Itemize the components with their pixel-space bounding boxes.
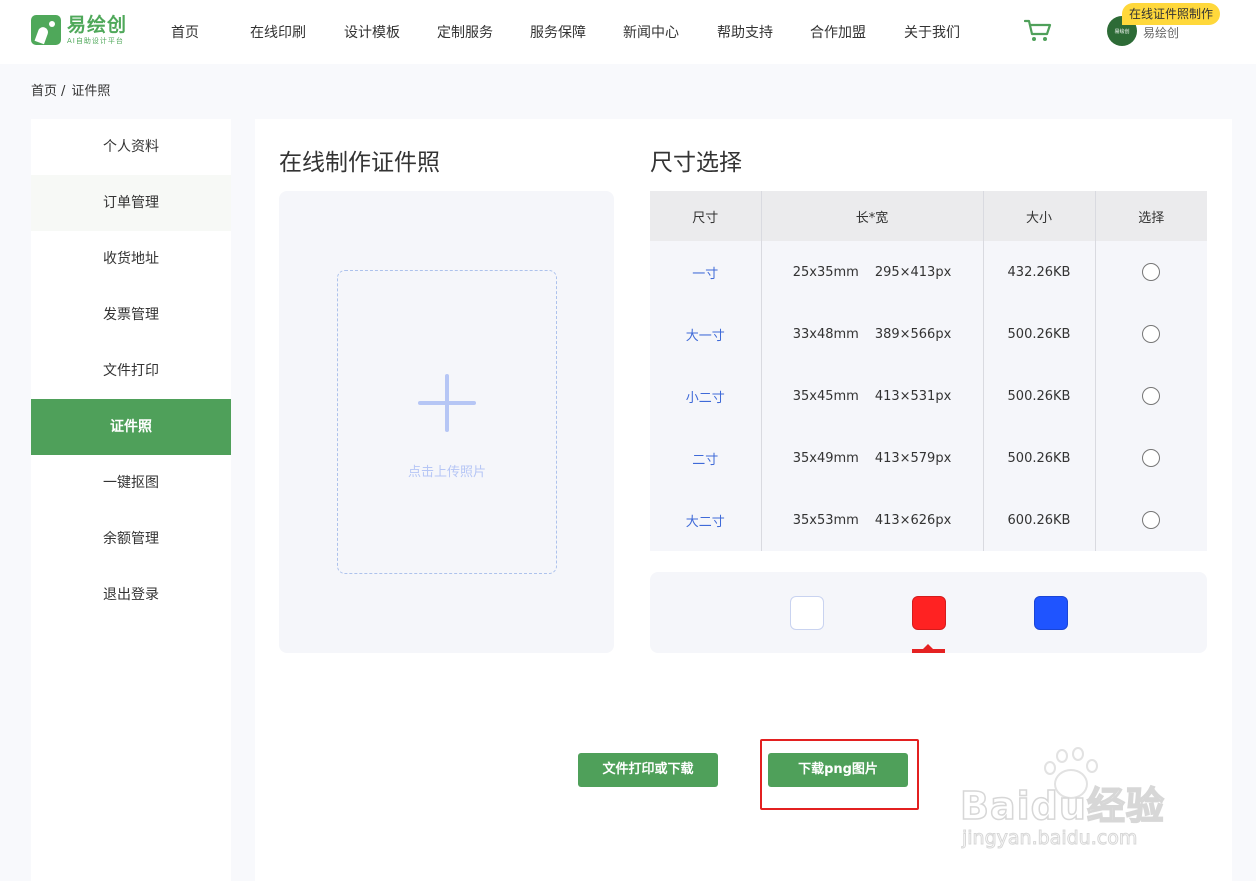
watermark-url: jingyan.baidu.com xyxy=(961,827,1138,850)
upload-panel: 点击上传照片 xyxy=(279,191,614,653)
size-mm: 35x49mm xyxy=(792,450,859,466)
size-px: 413×626px xyxy=(874,512,952,528)
nav-design-templates[interactable]: 设计模板 xyxy=(344,22,400,42)
table-row[interactable]: 大二寸 35x53mm 413×626px 600.26KB xyxy=(650,489,1207,551)
size-px: 413×531px xyxy=(874,388,952,404)
table-row[interactable]: 一寸 25x35mm 295×413px 432.26KB xyxy=(650,241,1207,303)
sidebar-item-balance[interactable]: 余额管理 xyxy=(31,511,231,567)
size-mm: 35x53mm xyxy=(792,512,859,528)
table-header-row: 尺寸 长*宽 大小 选择 xyxy=(650,191,1207,241)
file-size: 432.26KB xyxy=(982,241,1095,303)
breadcrumb-home[interactable]: 首页 xyxy=(31,84,57,99)
size-title: 尺寸选择 xyxy=(650,150,742,176)
size-name: 一寸 xyxy=(650,241,761,303)
sidebar-item-orders[interactable]: 订单管理 xyxy=(31,175,231,231)
annotation-highlight-box xyxy=(760,739,919,810)
file-size: 500.26KB xyxy=(982,303,1095,365)
logo-name: 易绘创 xyxy=(67,13,128,36)
column-header-file-size: 大小 xyxy=(982,191,1095,241)
plus-icon xyxy=(418,374,476,432)
user-name[interactable]: 易绘创 xyxy=(1143,24,1179,41)
table-row[interactable]: 小二寸 35x45mm 413×531px 500.26KB xyxy=(650,365,1207,427)
photo-upload-area[interactable]: 点击上传照片 xyxy=(337,270,557,574)
top-header: 易绘创 AI自助设计平台 首页 在线印刷 设计模板 定制服务 服务保障 新闻中心… xyxy=(0,0,1256,64)
file-size: 500.26KB xyxy=(982,427,1095,489)
baidu-watermark: Baidu经验 jingyan.baidu.com xyxy=(959,745,1200,855)
sidebar-item-profile[interactable]: 个人资料 xyxy=(31,119,231,175)
column-header-dimensions: 长*宽 xyxy=(760,191,983,241)
size-mm: 33x48mm xyxy=(792,326,859,342)
upload-hint: 点击上传照片 xyxy=(407,465,486,480)
sidebar-item-invoices[interactable]: 发票管理 xyxy=(31,287,231,343)
nav-partnership[interactable]: 合作加盟 xyxy=(810,22,866,42)
sidebar-item-id-photo[interactable]: 证件照 xyxy=(31,399,231,455)
upload-title: 在线制作证件照 xyxy=(279,150,440,176)
size-mm: 35x45mm xyxy=(792,388,859,404)
size-name: 小二寸 xyxy=(650,365,761,427)
color-swatch-blue[interactable] xyxy=(1034,596,1068,630)
cart-icon[interactable] xyxy=(1024,19,1052,43)
logo-subtitle: AI自助设计平台 xyxy=(67,36,124,45)
nav-about-us[interactable]: 关于我们 xyxy=(904,22,960,42)
nav-service-guarantee[interactable]: 服务保障 xyxy=(530,22,586,42)
size-name: 大二寸 xyxy=(650,489,761,551)
nav-home[interactable]: 首页 xyxy=(171,22,199,42)
color-swatch-red[interactable] xyxy=(912,596,946,630)
size-radio[interactable] xyxy=(1142,449,1161,467)
nav-news-center[interactable]: 新闻中心 xyxy=(623,22,679,42)
size-radio[interactable] xyxy=(1142,325,1161,343)
site-logo[interactable]: 易绘创 AI自助设计平台 xyxy=(31,15,127,45)
table-row[interactable]: 二寸 35x49mm 413×579px 500.26KB xyxy=(650,427,1207,489)
file-size: 600.26KB xyxy=(982,489,1095,551)
watermark-brand: Baidu经验 xyxy=(959,783,1165,829)
promo-badge[interactable]: 在线证件照制作 xyxy=(1122,3,1221,25)
nav-help-support[interactable]: 帮助支持 xyxy=(717,22,773,42)
breadcrumb-current: 证件照 xyxy=(71,84,111,99)
color-swatch-white[interactable] xyxy=(790,596,824,630)
size-radio[interactable] xyxy=(1142,511,1161,529)
column-header-select: 选择 xyxy=(1094,191,1207,241)
sidebar-item-addresses[interactable]: 收货地址 xyxy=(31,231,231,287)
nav-custom-service[interactable]: 定制服务 xyxy=(437,22,493,42)
sidebar-item-file-print[interactable]: 文件打印 xyxy=(31,343,231,399)
selected-color-indicator xyxy=(912,644,945,653)
size-px: 413×579px xyxy=(874,450,952,466)
breadcrumb: 首页 / 证件照 xyxy=(31,80,110,99)
column-header-size: 尺寸 xyxy=(650,191,761,241)
sidebar-item-cutout[interactable]: 一键抠图 xyxy=(31,455,231,511)
print-or-download-button[interactable]: 文件打印或下载 xyxy=(578,753,718,787)
size-px: 295×413px xyxy=(874,264,952,280)
background-color-picker xyxy=(650,572,1207,653)
size-name: 二寸 xyxy=(650,427,761,489)
size-name: 大一寸 xyxy=(650,303,761,365)
size-radio[interactable] xyxy=(1142,387,1161,405)
breadcrumb-separator: / xyxy=(61,84,66,99)
size-radio[interactable] xyxy=(1142,263,1161,281)
size-mm: 25x35mm xyxy=(792,264,859,280)
logo-icon xyxy=(31,15,61,45)
file-size: 500.26KB xyxy=(982,365,1095,427)
nav-online-print[interactable]: 在线印刷 xyxy=(250,22,306,42)
sidebar-item-logout[interactable]: 退出登录 xyxy=(31,567,231,623)
table-row[interactable]: 大一寸 33x48mm 389×566px 500.26KB xyxy=(650,303,1207,365)
sidebar-menu: 个人资料 订单管理 收货地址 发票管理 文件打印 证件照 一键抠图 余额管理 退… xyxy=(31,119,231,881)
size-px: 389×566px xyxy=(874,326,952,342)
size-table: 尺寸 长*宽 大小 选择 一寸 25x35mm 295×413px 432.26K… xyxy=(650,191,1207,551)
